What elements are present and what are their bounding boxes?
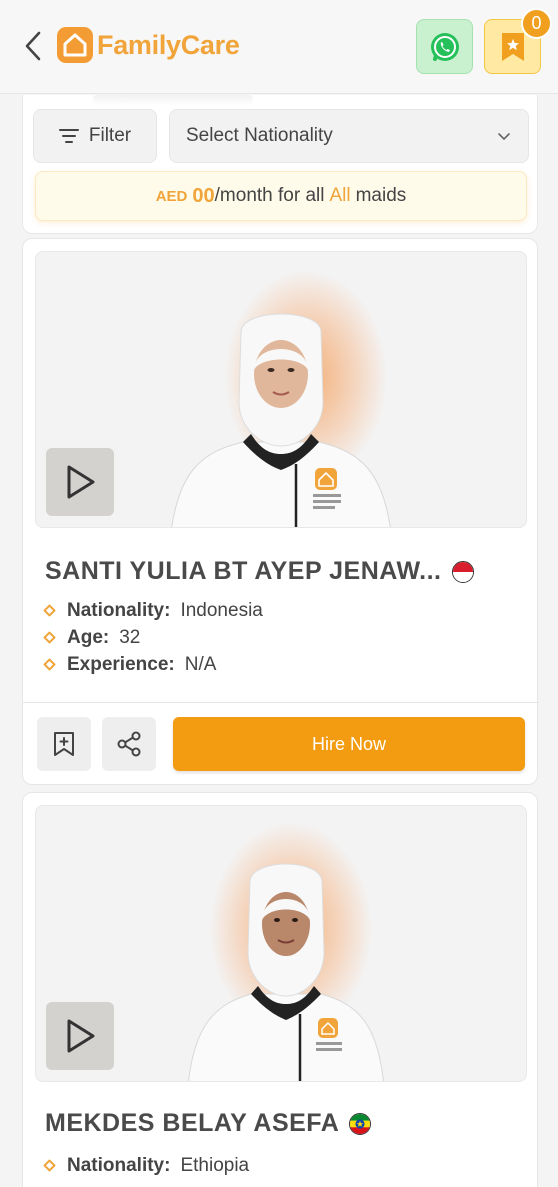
promo-currency: AED bbox=[155, 187, 188, 205]
play-video-button[interactable] bbox=[46, 1002, 114, 1070]
nationality-row: Nationality: Indonesia bbox=[43, 597, 263, 624]
age-row: Age: 32 bbox=[43, 624, 263, 651]
nationality-row: Nationality: Ethiopia bbox=[43, 1152, 250, 1179]
promo-text-after: maids bbox=[355, 185, 407, 206]
bookmark-star-icon bbox=[501, 32, 524, 61]
share-icon bbox=[117, 731, 141, 757]
scrolled-content-edge bbox=[93, 95, 253, 105]
nationality-label: Nationality: bbox=[67, 599, 171, 621]
promo-text-before: /month for all bbox=[214, 185, 325, 206]
filter-button[interactable]: Filter bbox=[33, 109, 157, 163]
maid-details: Nationality: Indonesia Age: 32 Experienc… bbox=[43, 597, 263, 678]
bookmark-add-icon bbox=[54, 732, 74, 756]
maid-name[interactable]: MEKDES BELAY ASEFA bbox=[45, 1109, 339, 1138]
bookmark-button[interactable] bbox=[37, 717, 91, 771]
nationality-label: Nationality: bbox=[67, 1154, 171, 1176]
bullet-icon bbox=[43, 631, 56, 644]
age-value: 32 bbox=[119, 626, 141, 648]
filter-icon bbox=[58, 129, 79, 143]
play-icon bbox=[67, 1019, 95, 1053]
experience-label: Experience: bbox=[67, 653, 175, 675]
whatsapp-button[interactable] bbox=[416, 19, 473, 74]
maid-card: MEKDES BELAY ASEFA Nationality: Ethiopia bbox=[22, 792, 538, 1187]
brand-logo[interactable]: FamilyCare bbox=[56, 26, 240, 64]
saved-count-badge: 0 bbox=[521, 8, 552, 39]
maid-details: Nationality: Ethiopia bbox=[43, 1152, 250, 1179]
maid-name-row: MEKDES BELAY ASEFA bbox=[45, 1109, 372, 1138]
promo-highlight: All bbox=[329, 185, 351, 206]
nationality-value: Indonesia bbox=[180, 599, 263, 621]
house-logo-icon bbox=[57, 27, 93, 63]
bullet-icon bbox=[43, 658, 56, 671]
chevron-down-icon bbox=[498, 133, 510, 141]
maid-name[interactable]: SANTI YULIA BT AYEP JENAW... bbox=[45, 557, 442, 586]
promo-amount: 00 bbox=[192, 184, 215, 207]
bullet-icon bbox=[43, 1159, 56, 1172]
indonesia-flag-icon bbox=[451, 560, 474, 583]
nationality-select[interactable]: Select Nationality bbox=[169, 109, 529, 163]
nationality-placeholder: Select Nationality bbox=[186, 125, 333, 146]
maid-photo[interactable] bbox=[35, 251, 527, 528]
experience-row: Experience: N/A bbox=[43, 651, 263, 678]
filter-label: Filter bbox=[88, 125, 132, 146]
app-header: FamilyCare 0 bbox=[0, 0, 558, 94]
whatsapp-icon bbox=[430, 32, 459, 61]
promo-banner: AED 00 /month for all All maids bbox=[35, 171, 527, 221]
maid-photo[interactable] bbox=[35, 805, 527, 1082]
maid-portrait bbox=[171, 313, 391, 527]
hire-now-button[interactable]: Hire Now bbox=[173, 717, 525, 771]
back-button[interactable] bbox=[18, 28, 48, 64]
filter-panel: Filter Select Nationality AED 00 /month … bbox=[22, 95, 538, 234]
chevron-left-icon bbox=[25, 31, 41, 61]
ethiopia-flag-icon bbox=[349, 1112, 372, 1135]
share-button[interactable] bbox=[102, 717, 156, 771]
maid-card: SANTI YULIA BT AYEP JENAW... Nationality… bbox=[22, 238, 539, 785]
brand-name: FamilyCare bbox=[97, 29, 240, 60]
nationality-value: Ethiopia bbox=[180, 1154, 250, 1176]
maid-name-row: SANTI YULIA BT AYEP JENAW... bbox=[45, 557, 474, 586]
card-divider bbox=[23, 702, 539, 703]
play-video-button[interactable] bbox=[46, 448, 114, 516]
age-label: Age: bbox=[67, 626, 110, 648]
bullet-icon bbox=[43, 604, 56, 617]
experience-value: N/A bbox=[184, 653, 217, 675]
maid-portrait bbox=[188, 863, 384, 1081]
play-icon bbox=[67, 465, 95, 499]
